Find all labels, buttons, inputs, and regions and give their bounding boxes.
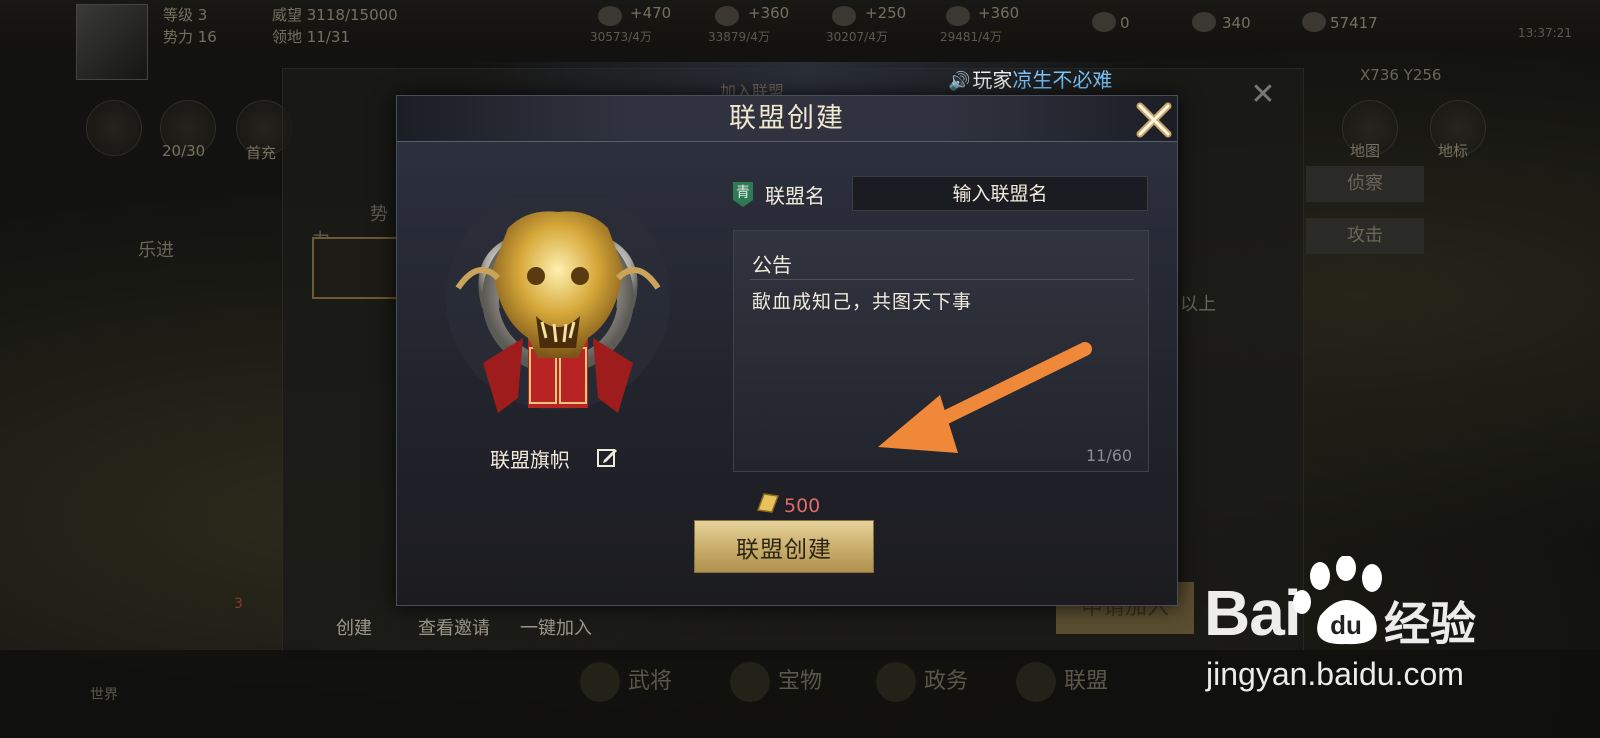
notice-text[interactable]: 歃血成知己，共图天下事 <box>752 287 972 314</box>
affairs-icon <box>876 662 916 702</box>
create-cost: 500 <box>784 495 821 517</box>
tab-power[interactable]: 势力 <box>312 200 400 251</box>
level-requirement: 以上 <box>1180 294 1216 315</box>
rank-badge-text: 青 <box>736 185 750 201</box>
copper-value: 57417 <box>1330 14 1378 32</box>
stone-rate: +250 <box>865 4 907 22</box>
svg-text:du: du <box>1330 610 1362 640</box>
attack-button[interactable]: 攻击 <box>1306 218 1424 254</box>
close-icon[interactable] <box>1134 100 1174 140</box>
tab-generals[interactable]: 武将 <box>580 662 672 706</box>
alliance-name-input[interactable] <box>852 176 1148 211</box>
gold-value: 0 <box>1120 14 1130 32</box>
wood-icon <box>598 6 622 26</box>
tab-affairs[interactable]: 政务 <box>876 662 968 706</box>
stone-amount: 30207/4万 <box>826 30 888 44</box>
baidu-url: jingyan.baidu.com <box>1206 656 1464 692</box>
speaker-icon: 🔊 <box>948 71 971 92</box>
chat-channel[interactable]: 世界 <box>90 684 118 704</box>
create-tab[interactable]: 创建 <box>336 614 372 640</box>
clock: 13:37:21 <box>1518 26 1572 40</box>
grain-amount: 29481/4万 <box>940 30 1002 44</box>
wood-rate: +470 <box>630 4 672 22</box>
jade-icon <box>1192 12 1216 32</box>
mail-badge: 3 <box>234 596 243 612</box>
territory-value: 领地 11/31 <box>272 28 350 46</box>
activity-count: 20/30 <box>162 142 206 160</box>
grain-rate: +360 <box>978 4 1020 22</box>
alliance-name-label: 联盟名 <box>765 184 825 208</box>
gold-icon <box>1092 12 1116 32</box>
broadcast-player-name[interactable]: 凉生不必难 <box>1012 68 1112 92</box>
prestige-value: 威望 3118/15000 <box>272 6 398 24</box>
dialog-title: 联盟创建 <box>729 103 845 134</box>
first-charge-label: 首充 <box>246 144 277 162</box>
stone-icon <box>832 6 856 26</box>
orange-arrow-annotation <box>878 342 1092 453</box>
map-label: 地图 <box>1350 142 1381 160</box>
under-active-row[interactable] <box>312 237 404 299</box>
iron-icon <box>715 6 739 26</box>
player-power: 势力 16 <box>163 28 217 46</box>
notice-divider <box>750 279 1134 280</box>
alliance-icon <box>1016 662 1056 702</box>
broadcast-message: 🔊 玩家凉生不必难 <box>948 68 1113 92</box>
scout-button[interactable]: 侦察 <box>1306 166 1424 202</box>
under-close-icon[interactable]: ✕ <box>1246 78 1280 112</box>
tab-alliance[interactable]: 联盟 <box>1016 662 1108 706</box>
notice-title: 公告 <box>752 253 792 277</box>
generals-icon <box>580 662 620 702</box>
coords-readout: X736 Y256 <box>1360 66 1442 84</box>
view-invites-button[interactable]: 查看邀请 <box>418 614 490 640</box>
baidu-jingyan-text: 经验 <box>1384 597 1476 651</box>
alliance-flag-emblem[interactable] <box>438 198 678 418</box>
treasure-icon <box>730 662 770 702</box>
baidu-logo-text: Bai <box>1204 577 1302 649</box>
player-level: 等级 3 <box>163 6 208 24</box>
activity-icon[interactable] <box>86 100 142 156</box>
jade-value: 340 <box>1222 14 1251 32</box>
quick-join-button[interactable]: 一键加入 <box>520 614 592 640</box>
copper-icon[interactable] <box>1302 12 1326 32</box>
iron-rate: +360 <box>748 4 790 22</box>
create-alliance-button[interactable]: 联盟创建 <box>694 520 874 573</box>
wood-amount: 30573/4万 <box>590 30 652 44</box>
grain-icon <box>946 6 970 26</box>
leader-name: 乐进 <box>138 240 174 261</box>
gold-ingot-icon <box>756 493 780 513</box>
tab-treasure[interactable]: 宝物 <box>730 662 822 706</box>
flag-label: 联盟旗帜 <box>490 448 570 472</box>
landmark-label: 地标 <box>1438 142 1469 160</box>
avatar[interactable] <box>76 4 148 80</box>
iron-amount: 33879/4万 <box>708 30 770 44</box>
edit-icon[interactable] <box>596 446 618 468</box>
